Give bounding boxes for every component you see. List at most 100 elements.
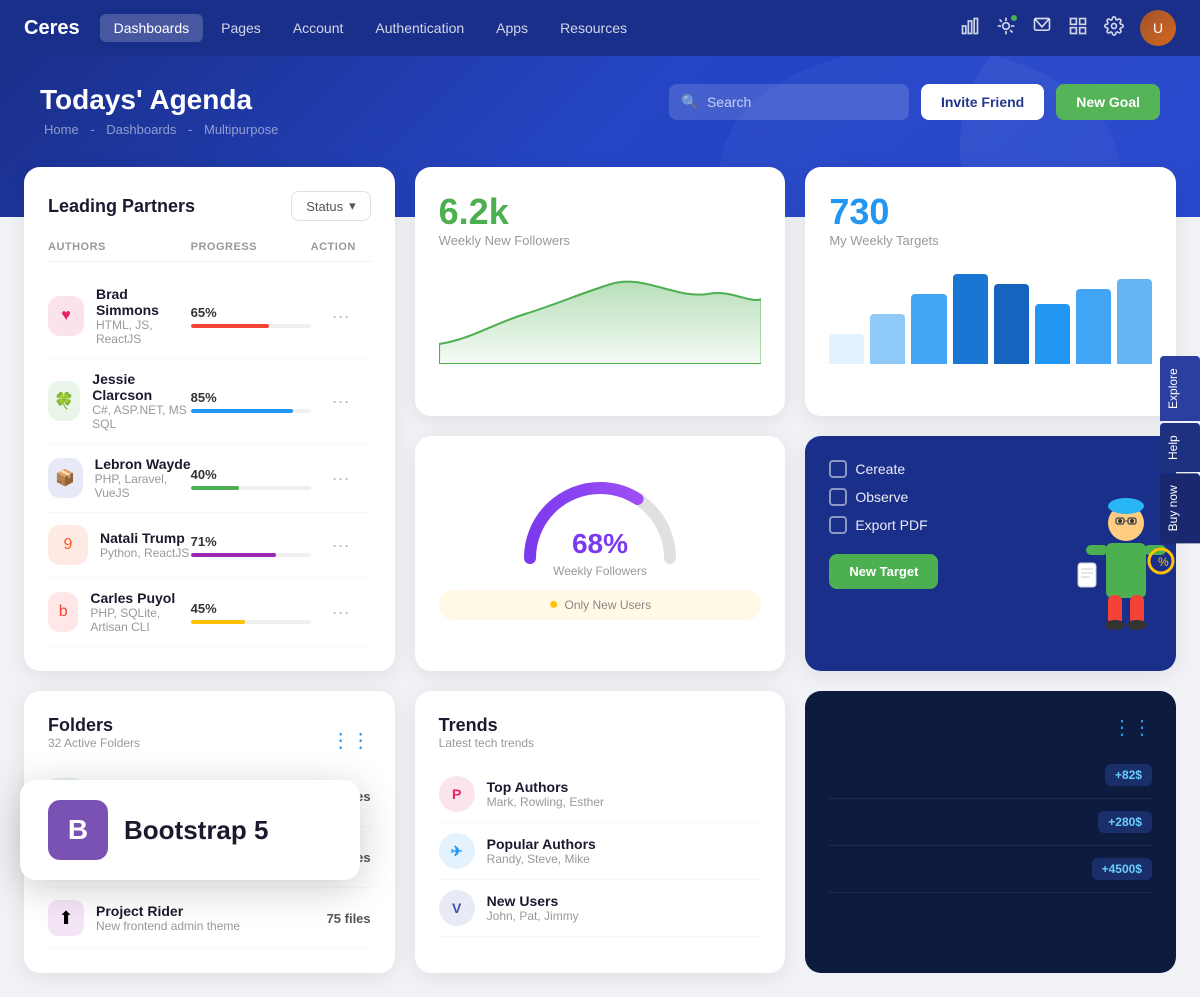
- more-button[interactable]: ···: [311, 535, 371, 556]
- side-tab-buy-now[interactable]: Buy now: [1160, 474, 1200, 544]
- progress-col: 40%: [191, 467, 311, 490]
- partner-info: ♥ Brad Simmons HTML, JS, ReactJS: [48, 286, 191, 346]
- invite-friend-button[interactable]: Invite Friend: [921, 84, 1044, 120]
- followers-value: 6.2k: [439, 191, 762, 233]
- partner-name: Brad Simmons: [96, 286, 191, 318]
- more-button[interactable]: ···: [311, 602, 371, 623]
- partner-info: b Carles Puyol PHP, SQLite, Artisan CLI: [48, 590, 191, 634]
- more-button[interactable]: ···: [311, 468, 371, 489]
- chart-icon[interactable]: [960, 16, 980, 41]
- progress-fill: [191, 553, 276, 557]
- partner-details: Carles Puyol PHP, SQLite, Artisan CLI: [90, 590, 190, 634]
- progress-fill: [191, 409, 293, 413]
- settings-icon[interactable]: [1104, 16, 1124, 41]
- side-tab-explore[interactable]: Explore: [1160, 356, 1200, 421]
- progress-pct: 40%: [191, 467, 311, 482]
- side-tab-help[interactable]: Help: [1160, 423, 1200, 472]
- nav-item-authentication[interactable]: Authentication: [361, 14, 478, 42]
- nav-item-dashboards[interactable]: Dashboards: [100, 14, 204, 42]
- target-card: CereateObserveExport PDF New Target: [805, 436, 1176, 672]
- breadcrumb-dashboards[interactable]: Dashboards: [106, 122, 176, 137]
- sparkle-icon[interactable]: [996, 16, 1016, 41]
- card-title: Leading Partners: [48, 196, 195, 217]
- dark-item: +82$: [829, 752, 1152, 799]
- trends-card: Trends Latest tech trends P Top Authors …: [415, 691, 786, 973]
- navbar: Ceres Dashboards Pages Account Authentic…: [0, 0, 1200, 56]
- table-header: Authors Progress Action: [48, 241, 371, 262]
- weekly-targets-card: 730 My Weekly Targets: [805, 167, 1176, 416]
- table-row: b Carles Puyol PHP, SQLite, Artisan CLI …: [48, 578, 371, 647]
- gain-badge: +280$: [1098, 811, 1152, 833]
- partner-info: 📦 Lebron Wayde PHP, Laravel, VueJS: [48, 456, 191, 500]
- hero-title: Todays' Agenda: [40, 84, 1160, 116]
- dark-panel-dots-icon[interactable]: ⋮⋮: [1112, 715, 1152, 740]
- table-row: 📦 Lebron Wayde PHP, Laravel, VueJS 40% ·…: [48, 444, 371, 513]
- more-button[interactable]: ···: [311, 391, 371, 412]
- table-row: ♥ Brad Simmons HTML, JS, ReactJS 65% ···: [48, 274, 371, 359]
- gauge-label: Weekly Followers: [553, 564, 647, 578]
- list-item: ✈ Popular Authors Randy, Steve, Mike: [439, 823, 762, 880]
- avatar[interactable]: U: [1140, 10, 1176, 46]
- folder-details: Project Rider New frontend admin theme: [96, 903, 240, 933]
- col-action: Action: [311, 241, 371, 253]
- partner-details: Brad Simmons HTML, JS, ReactJS: [96, 286, 191, 346]
- table-row: 9 Natali Trump Python, ReactJS 71% ···: [48, 513, 371, 578]
- brand-logo[interactable]: Ceres: [24, 17, 80, 40]
- grid-icon[interactable]: [1068, 16, 1088, 41]
- list-item: V New Users John, Pat, Jimmy: [439, 880, 762, 937]
- gauge-value: 68%: [572, 528, 628, 560]
- badge-dot-icon: ●: [549, 596, 559, 614]
- gauge-wrapper: 68% Weekly Followers: [439, 468, 762, 578]
- partner-avatar: ♥: [48, 296, 84, 336]
- partner-name: Lebron Wayde: [95, 456, 191, 472]
- dark-item: +280$: [829, 799, 1152, 846]
- trend-details: Popular Authors Randy, Steve, Mike: [487, 836, 596, 866]
- dark-panel: ⋮⋮ +82$ +280$ +4500$: [805, 691, 1176, 973]
- table-row: 🍀 Jessie Clarcson C#, ASP.NET, MS SQL 85…: [48, 359, 371, 444]
- partner-name: Carles Puyol: [90, 590, 190, 606]
- more-button[interactable]: ···: [311, 306, 371, 327]
- bar-item: [1076, 289, 1111, 364]
- nav-item-account[interactable]: Account: [279, 14, 358, 42]
- targets-label: My Weekly Targets: [829, 233, 1152, 248]
- nav-item-resources[interactable]: Resources: [546, 14, 641, 42]
- side-tabs: Explore Help Buy now: [1160, 356, 1200, 543]
- avatar-image: U: [1140, 10, 1176, 46]
- trend-details: New Users John, Pat, Jimmy: [487, 893, 579, 923]
- progress-pct: 85%: [191, 390, 311, 405]
- nav-item-apps[interactable]: Apps: [482, 14, 542, 42]
- search-input[interactable]: [669, 84, 909, 120]
- breadcrumb-home[interactable]: Home: [44, 122, 79, 137]
- partner-skills: HTML, JS, ReactJS: [96, 318, 191, 346]
- partner-skills: C#, ASP.NET, MS SQL: [92, 403, 190, 431]
- breadcrumb-multipurpose[interactable]: Multipurpose: [204, 122, 278, 137]
- col-authors: Authors: [48, 241, 191, 253]
- trends-list: P Top Authors Mark, Rowling, Esther ✈ Po…: [439, 766, 762, 937]
- weekly-followers-card: 6.2k Weekly New Followers: [415, 167, 786, 416]
- partner-avatar: 9: [48, 525, 88, 565]
- folders-more-icon[interactable]: ⋮⋮: [331, 728, 371, 753]
- nav-item-pages[interactable]: Pages: [207, 14, 275, 42]
- message-icon[interactable]: [1032, 16, 1052, 41]
- trend-sub: John, Pat, Jimmy: [487, 909, 579, 923]
- new-goal-button[interactable]: New Goal: [1056, 84, 1160, 120]
- progress-fill: [191, 486, 239, 490]
- gain-badge: +82$: [1105, 764, 1152, 786]
- gain-badge: +4500$: [1092, 858, 1152, 880]
- navbar-icons: U: [960, 10, 1176, 46]
- trend-name: Top Authors: [487, 779, 604, 795]
- nav-menu: Dashboards Pages Account Authentication …: [100, 14, 960, 42]
- svg-text:%: %: [1158, 555, 1169, 569]
- trend-name: Popular Authors: [487, 836, 596, 852]
- partner-details: Natali Trump Python, ReactJS: [100, 530, 189, 560]
- gauge-card: 68% Weekly Followers ● Only New Users: [415, 436, 786, 672]
- partner-avatar: b: [48, 592, 78, 632]
- list-item: P Top Authors Mark, Rowling, Esther: [439, 766, 762, 823]
- progress-pct: 65%: [191, 305, 311, 320]
- bar-item: [829, 334, 864, 364]
- bootstrap-title: Bootstrap 5: [124, 815, 268, 846]
- new-target-button[interactable]: New Target: [829, 554, 938, 589]
- status-dropdown[interactable]: Status ▾: [291, 191, 370, 221]
- progress-fill: [191, 620, 245, 624]
- partner-skills: PHP, SQLite, Artisan CLI: [90, 606, 190, 634]
